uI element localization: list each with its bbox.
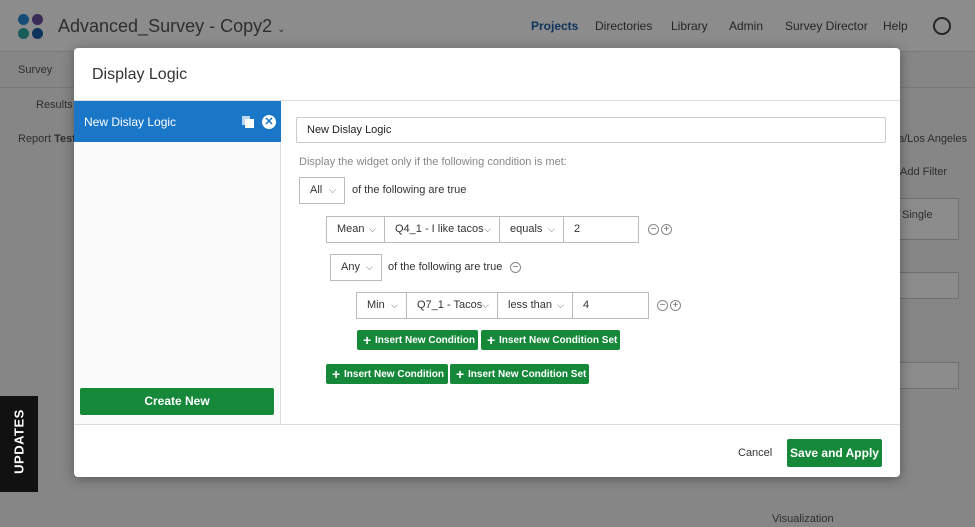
root-suffix-text: of the following are true: [352, 184, 467, 196]
nested-insert-condition-button[interactable]: + Insert New Condition: [357, 330, 478, 350]
modal-title: Display Logic: [92, 66, 188, 83]
condition-hint: Display the widget only if the following…: [299, 156, 567, 168]
condition-1-value-input[interactable]: 2: [563, 216, 639, 243]
modal-footer: Cancel Save and Apply: [74, 424, 900, 477]
plus-icon: +: [332, 366, 341, 382]
close-icon[interactable]: ✕: [262, 115, 276, 129]
copy-icon[interactable]: [241, 115, 255, 129]
root-insert-condition-button[interactable]: + Insert New Condition: [326, 364, 448, 384]
nested-suffix-text: of the following are true: [388, 261, 503, 273]
chevron-down-icon: ⌵: [366, 262, 373, 272]
condition-2-field-select[interactable]: Q7_1 - Tacos ⌵: [406, 292, 498, 319]
remove-condition-icon[interactable]: −: [657, 300, 668, 311]
cancel-button[interactable]: Cancel: [738, 447, 772, 459]
plus-icon: +: [363, 332, 372, 348]
chevron-down-icon: ⌵: [548, 224, 555, 234]
remove-condition-set-icon[interactable]: −: [510, 262, 521, 273]
plus-icon: +: [487, 332, 496, 348]
sidebar-item-label: New Dislay Logic: [84, 115, 177, 129]
logic-sidebar: New Dislay Logic ✕ Create New: [74, 101, 281, 424]
chevron-down-icon: ⌵: [369, 224, 376, 234]
chevron-down-icon: ⌵: [484, 224, 491, 234]
root-quantifier-select[interactable]: All ⌵: [299, 177, 345, 204]
plus-icon: +: [456, 366, 465, 382]
display-logic-modal: Display Logic New Dislay Logic ✕ Create …: [74, 48, 900, 477]
add-condition-icon[interactable]: +: [661, 224, 672, 235]
save-and-apply-button[interactable]: Save and Apply: [787, 439, 882, 467]
create-new-button[interactable]: Create New: [80, 388, 274, 415]
remove-condition-icon[interactable]: −: [648, 224, 659, 235]
logic-name-input[interactable]: New Dislay Logic: [296, 117, 886, 143]
condition-2-value-input[interactable]: 4: [572, 292, 649, 319]
condition-2-aggregate-select[interactable]: Min ⌵: [356, 292, 407, 319]
add-condition-icon[interactable]: +: [670, 300, 681, 311]
chevron-down-icon: ⌵: [557, 300, 564, 310]
updates-tab[interactable]: UPDATES: [0, 396, 38, 492]
sidebar-item-new-display-logic[interactable]: New Dislay Logic ✕: [74, 101, 281, 142]
chevron-down-icon: ⌵: [482, 300, 489, 310]
nested-insert-condition-set-button[interactable]: + Insert New Condition Set: [481, 330, 620, 350]
chevron-down-icon: ⌵: [391, 300, 398, 310]
condition-1-aggregate-select[interactable]: Mean ⌵: [326, 216, 385, 243]
logic-editor: New Dislay Logic Display the widget only…: [282, 101, 900, 424]
nested-quantifier-select[interactable]: Any ⌵: [330, 254, 382, 281]
modal-header: Display Logic: [74, 48, 900, 101]
condition-1-field-select[interactable]: Q4_1 - I like tacos ⌵: [384, 216, 500, 243]
condition-2-operator-select[interactable]: less than ⌵: [497, 292, 573, 319]
chevron-down-icon: ⌵: [329, 185, 336, 195]
condition-1-operator-select[interactable]: equals ⌵: [499, 216, 564, 243]
root-insert-condition-set-button[interactable]: + Insert New Condition Set: [450, 364, 589, 384]
